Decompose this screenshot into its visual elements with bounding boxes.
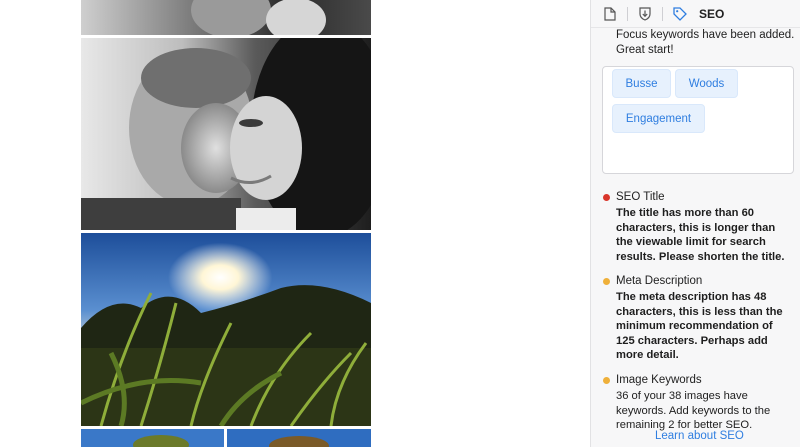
photo-bottom-left[interactable] [81, 429, 224, 447]
photo-couple-top[interactable] [81, 0, 371, 35]
download-shield-icon[interactable] [636, 5, 654, 23]
focus-keywords-status: Focus keywords have been added. Great st… [616, 29, 795, 56]
tab-seo-label[interactable]: SEO [699, 7, 724, 21]
keyword-chip[interactable]: Woods [675, 69, 738, 98]
check-seo-title: SEO Title The title has more than 60 cha… [603, 190, 793, 264]
photo-couple-closeup[interactable] [81, 38, 371, 230]
check-title: SEO Title [616, 191, 665, 203]
check-message: 36 of your 38 images have keywords. Add … [616, 390, 771, 431]
photo-grass-sunset[interactable] [81, 233, 371, 426]
panel-tabs: SEO [591, 0, 800, 28]
check-message: The meta description has 48 characters, … [616, 291, 783, 361]
document-icon[interactable] [601, 5, 619, 23]
check-title: Image Keywords [616, 374, 702, 386]
status-dot-warning [603, 377, 610, 384]
status-dot-error [603, 194, 610, 201]
focus-keywords-box[interactable]: Busse Woods Engagement [602, 66, 794, 174]
learn-about-seo-link[interactable]: Learn about SEO [655, 430, 744, 442]
seo-panel: SEO Focus keywords have been added. Grea… [590, 0, 800, 447]
status-dot-warning [603, 278, 610, 285]
photo-bottom-right[interactable] [227, 429, 371, 447]
gallery-canvas [0, 0, 590, 447]
check-title: Meta Description [616, 275, 703, 287]
tab-divider [627, 6, 628, 21]
keyword-chip[interactable]: Engagement [612, 104, 705, 133]
check-image-keywords: Image Keywords 36 of your 38 images have… [603, 373, 793, 433]
tag-icon[interactable] [671, 5, 689, 23]
check-meta-description: Meta Description The meta description ha… [603, 274, 793, 363]
check-message: The title has more than 60 characters, t… [616, 207, 785, 263]
keyword-chip[interactable]: Busse [612, 69, 671, 98]
tab-divider [662, 6, 663, 21]
